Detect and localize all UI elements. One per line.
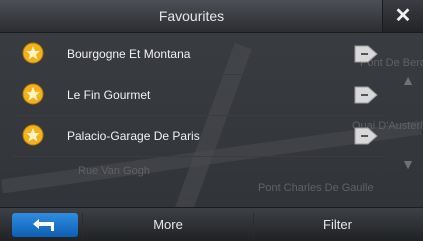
star-icon bbox=[22, 42, 44, 64]
favourites-screen: Rue Van Gogh Pont Charles De Gaulle Quai… bbox=[0, 0, 423, 241]
map-label-street: Rue Van Gogh bbox=[78, 165, 150, 177]
close-button[interactable]: ✕ bbox=[382, 0, 423, 32]
list-item-label: Palacio-Garage De Paris bbox=[67, 129, 200, 143]
arrow-right-icon[interactable] bbox=[354, 126, 378, 146]
star-icon bbox=[22, 124, 44, 146]
filter-button[interactable]: Filter bbox=[256, 213, 419, 237]
arrow-right-icon[interactable] bbox=[354, 85, 378, 105]
arrow-right-icon[interactable] bbox=[354, 44, 378, 64]
back-arrow-icon bbox=[33, 219, 54, 231]
list-item-label: Le Fin Gourmet bbox=[67, 88, 151, 102]
scroll-up-icon: ▲ bbox=[401, 72, 415, 88]
close-icon: ✕ bbox=[394, 5, 412, 27]
favourites-list: Bourgogne Et Montana Le Fin Gourmet Pala… bbox=[12, 34, 384, 157]
bottom-toolbar: More Filter bbox=[0, 207, 423, 241]
scroll-down-icon: ▼ bbox=[401, 156, 415, 172]
scroll-up-button[interactable]: ▲ bbox=[396, 68, 420, 92]
list-item-label: Bourgogne Et Montana bbox=[67, 47, 191, 61]
map-label-street: Pont Charles De Gaulle bbox=[258, 182, 374, 194]
list-item[interactable]: Palacio-Garage De Paris bbox=[12, 116, 384, 157]
title-bar: Favourites ✕ bbox=[0, 0, 423, 33]
list-item[interactable]: Bourgogne Et Montana bbox=[12, 34, 384, 75]
page-title: Favourites bbox=[158, 8, 225, 24]
star-icon bbox=[22, 83, 44, 105]
more-button[interactable]: More bbox=[82, 213, 254, 237]
scroll-down-button[interactable]: ▼ bbox=[396, 152, 420, 176]
list-item[interactable]: Le Fin Gourmet bbox=[12, 75, 384, 116]
back-button[interactable] bbox=[12, 213, 78, 237]
